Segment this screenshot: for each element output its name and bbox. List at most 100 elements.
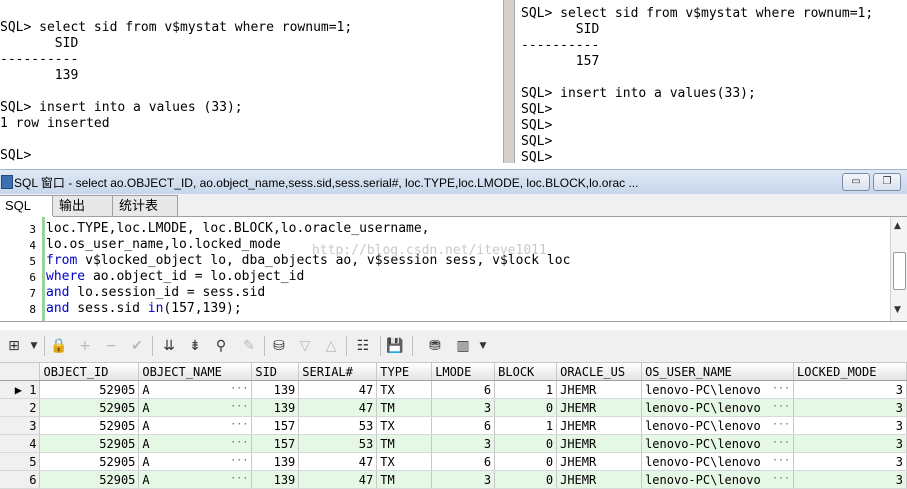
table-row[interactable]: 2 52905 A ··· 139 47 TM 3 0 JHEMR lenovo-PC\lenovo… [0,398,907,417]
table-cell[interactable]: 52905 [39,398,140,417]
table-cell[interactable]: JHEMR [556,398,643,417]
table-cell[interactable]: 139 [251,470,300,489]
column-header[interactable]: OBJECT_ID [39,363,140,381]
minimize-button[interactable]: ▭ [842,173,870,191]
table-cell[interactable]: 6 [431,452,496,471]
table-cell[interactable]: TM [376,398,433,417]
table-cell[interactable]: A ··· [138,416,253,435]
table-cell[interactable]: JHEMR [556,452,643,471]
table-cell[interactable]: 47 [298,470,378,489]
table-cell[interactable]: 53 [298,434,378,453]
cell-ellipsis-icon[interactable]: ··· [772,455,790,466]
table-cell[interactable]: 52905 [39,434,140,453]
cell-ellipsis-icon[interactable]: ··· [230,383,248,394]
table-cell[interactable]: 139 [251,398,300,417]
cell-ellipsis-icon[interactable]: ··· [230,419,248,430]
chevron-down-icon[interactable]: ▼ [25,337,43,355]
table-cell[interactable]: A ··· [138,434,253,453]
table-row[interactable]: 3 52905 A ··· 157 53 TX 6 1 JHEMR lenovo-PC\lenovo… [0,416,907,435]
table-cell[interactable]: 52905 [39,416,140,435]
table-cell[interactable]: 52905 [39,470,140,489]
table-cell[interactable]: 3 [793,470,907,489]
table-cell[interactable]: lenovo-PC\lenovo ··· [641,470,794,489]
table-cell[interactable]: A ··· [138,398,253,417]
table-cell[interactable]: 1 [494,416,558,435]
table-row[interactable]: ▶ 1 52905 A ··· 139 47 TX 6 1 JHEMR lenovo-PC\leno… [0,380,907,399]
table-cell[interactable]: 157 [251,416,300,435]
column-header[interactable]: LOCKED_MODE [793,363,907,381]
tab-statistics[interactable]: 统计表 [112,195,178,216]
table-cell[interactable]: 3 [431,398,496,417]
table-cell[interactable]: 47 [298,398,378,417]
column-header[interactable]: SID [251,363,300,381]
table-cell[interactable]: 0 [494,434,558,453]
table-cell[interactable]: TM [376,470,433,489]
row-number[interactable]: 5 [0,452,41,471]
table-cell[interactable]: lenovo-PC\lenovo ··· [641,380,794,399]
row-number[interactable]: ▶ 1 [0,380,41,399]
row-number[interactable]: 3 [0,416,41,435]
cell-ellipsis-icon[interactable]: ··· [772,383,790,394]
fetch-last-icon[interactable]: ⇟ [186,337,204,355]
scroll-up-icon[interactable]: ▲ [894,221,901,231]
table-cell[interactable]: A ··· [138,380,253,399]
pane-splitter[interactable] [504,0,514,163]
cell-ellipsis-icon[interactable]: ··· [772,401,790,412]
row-number[interactable]: 4 [0,434,41,453]
table-cell[interactable]: TX [376,380,433,399]
table-cell[interactable]: 47 [298,452,378,471]
scroll-down-icon[interactable]: ▼ [894,305,901,315]
table-cell[interactable]: A ··· [138,452,253,471]
table-cell[interactable]: 53 [298,416,378,435]
column-header[interactable]: ORACLE_US [556,363,643,381]
result-grid[interactable]: OBJECT_ID OBJECT_NAME SID SERIAL# TYPE LMODE B… [0,363,907,489]
table-cell[interactable]: 0 [494,452,558,471]
table-cell[interactable]: 139 [251,452,300,471]
column-header[interactable]: LMODE [431,363,496,381]
table-cell[interactable]: JHEMR [556,434,643,453]
left-command-pane[interactable]: SQL> select sid from v$mystat where rown… [0,0,504,163]
table-cell[interactable]: 3 [793,398,907,417]
table-cell[interactable]: TX [376,452,433,471]
query-by-example-icon[interactable]: ⛁ [270,337,288,355]
export-icon[interactable]: ⛃ [426,337,444,355]
editor-scrollbar[interactable]: ▲ ▼ [890,217,907,321]
table-cell[interactable]: 1 [494,380,558,399]
table-cell[interactable]: 3 [793,416,907,435]
cell-ellipsis-icon[interactable]: ··· [230,437,248,448]
table-cell[interactable]: JHEMR [556,416,643,435]
table-cell[interactable]: TM [376,434,433,453]
table-row[interactable]: 4 52905 A ··· 157 53 TM 3 0 JHEMR lenovo-PC\lenovo… [0,434,907,453]
restore-button[interactable]: ❐ [873,173,901,191]
table-cell[interactable]: lenovo-PC\lenovo ··· [641,398,794,417]
table-cell[interactable]: 6 [431,380,496,399]
cell-ellipsis-icon[interactable]: ··· [230,401,248,412]
table-cell[interactable]: JHEMR [556,470,643,489]
table-cell[interactable]: 3 [431,470,496,489]
table-cell[interactable]: 3 [431,434,496,453]
tab-sql[interactable]: SQL [0,195,54,217]
table-cell[interactable]: JHEMR [556,380,643,399]
lock-icon[interactable]: 🔒 [50,337,68,355]
table-cell[interactable]: 3 [793,452,907,471]
sql-editor[interactable]: 3 4 5 6 7 8 loc.TYPE,loc.LMODE, loc.BLOCK,lo.… [0,217,907,322]
table-cell[interactable]: 0 [494,398,558,417]
table-cell[interactable]: 3 [793,434,907,453]
tab-output[interactable]: 输出 [52,195,114,216]
table-cell[interactable]: 6 [431,416,496,435]
sort-desc-icon[interactable]: ▽ [296,337,314,355]
cell-ellipsis-icon[interactable]: ··· [772,419,790,430]
cell-ellipsis-icon[interactable]: ··· [772,437,790,448]
sort-asc-icon[interactable]: △ [322,337,340,355]
chart-icon[interactable]: ▥ [454,337,472,355]
add-row-icon[interactable]: + [76,337,94,355]
cell-ellipsis-icon[interactable]: ··· [230,455,248,466]
table-cell[interactable]: 139 [251,380,300,399]
table-cell[interactable]: TX [376,416,433,435]
table-cell[interactable]: 3 [793,380,907,399]
table-cell[interactable]: 157 [251,434,300,453]
grid-select-icon[interactable]: ⊞ [5,337,23,355]
post-changes-icon[interactable]: ✔ [128,337,146,355]
right-command-pane[interactable]: SQL> select sid from v$mystat where rown… [514,0,907,163]
clear-icon[interactable]: ✎ [240,337,258,355]
